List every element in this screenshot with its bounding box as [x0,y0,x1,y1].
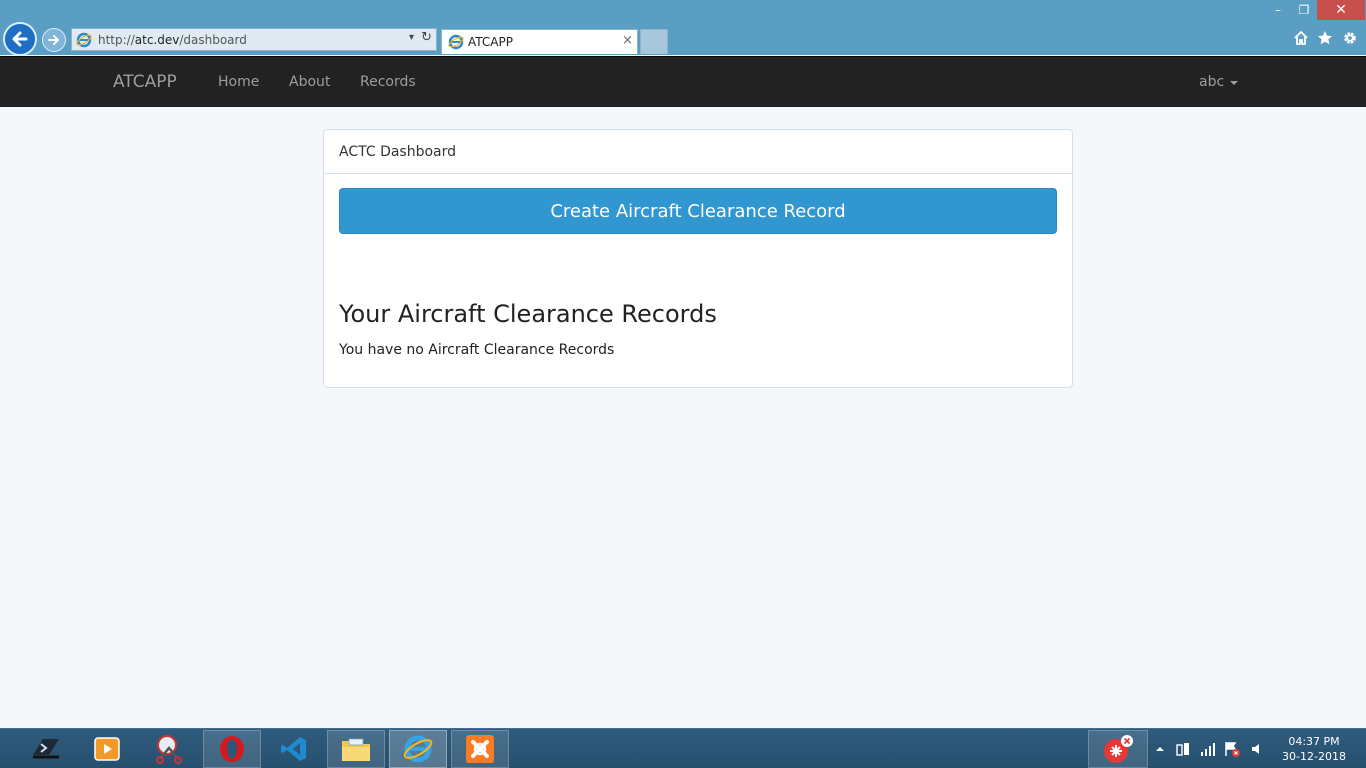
new-tab-button[interactable] [640,29,668,54]
refresh-icon[interactable]: ↻ [421,30,432,45]
media-player-icon[interactable] [78,730,136,768]
navbar-brand[interactable]: ATCAPP [113,72,177,92]
url-prefix: http:// [98,32,135,47]
caret-down-icon [1230,81,1239,85]
create-clearance-record-button[interactable]: Create Aircraft Clearance Record [339,188,1057,234]
address-dropdown-icon[interactable]: ▾ [409,32,414,43]
settings-gear-icon[interactable] [1341,29,1359,47]
xampp-icon[interactable] [451,730,509,768]
volume-speaker-icon[interactable] [1249,741,1265,757]
forward-button[interactable] [42,28,66,52]
tab-title: ATCAPP [468,35,513,49]
back-arrow-icon [12,31,28,47]
dashboard-panel: ACTC Dashboard Create Aircraft Clearance… [323,129,1073,388]
forward-arrow-icon [48,35,59,45]
window-restore-button[interactable]: ❐ [1291,0,1317,20]
battery-icon[interactable] [1175,741,1191,757]
internet-explorer-icon[interactable] [389,730,447,768]
tab-favicon-icon [448,34,464,50]
address-bar[interactable]: http://atc.dev/dashboard ▾ ↻ [71,28,437,51]
vscode-icon[interactable] [265,730,323,768]
snipping-tool-icon[interactable] [140,730,198,768]
terminal-app-icon[interactable] [17,730,75,768]
nav-link-about[interactable]: About [289,74,330,90]
show-hidden-icons-chevron-icon[interactable] [1152,741,1168,757]
tab-close-icon[interactable]: × [622,33,633,48]
network-signal-icon[interactable] [1200,741,1216,757]
empty-records-message: You have no Aircraft Clearance Records [339,342,615,358]
nav-link-home[interactable]: Home [218,74,259,90]
browser-chrome: http://atc.dev/dashboard ▾ ↻ ATCAPP × – … [0,0,1366,56]
clock-date: 30-12-2018 [1282,750,1346,763]
tray-app-button[interactable] [1088,730,1148,768]
user-name: abc [1199,74,1225,90]
browser-tab-active[interactable]: ATCAPP × [441,29,638,54]
action-center-flag-icon[interactable] [1224,741,1240,757]
file-explorer-icon[interactable] [327,730,385,768]
url-path: /dashboard [179,32,247,47]
window-minimize-button[interactable]: – [1266,0,1290,20]
favorites-star-icon[interactable] [1316,29,1334,47]
records-heading: Your Aircraft Clearance Records [339,300,717,328]
user-dropdown[interactable]: abc [1199,74,1239,90]
nav-link-records[interactable]: Records [360,74,416,90]
back-button[interactable] [3,22,37,56]
taskbar-clock[interactable]: 04:37 PM 30-12-2018 [1276,734,1352,764]
windows-taskbar: 04:37 PM 30-12-2018 [0,728,1366,768]
clock-time: 04:37 PM [1288,735,1340,748]
ie-page-icon [76,32,92,47]
url-text: http://atc.dev/dashboard [98,33,247,47]
panel-heading: ACTC Dashboard [324,130,1072,174]
opera-browser-icon[interactable] [203,730,261,768]
window-close-button[interactable]: ✕ [1317,0,1365,20]
tray-app-warning-icon [1104,735,1133,763]
app-navbar: ATCAPP Home About Records abc [0,56,1366,107]
home-icon[interactable] [1292,29,1310,47]
url-domain: atc.dev [134,32,180,47]
